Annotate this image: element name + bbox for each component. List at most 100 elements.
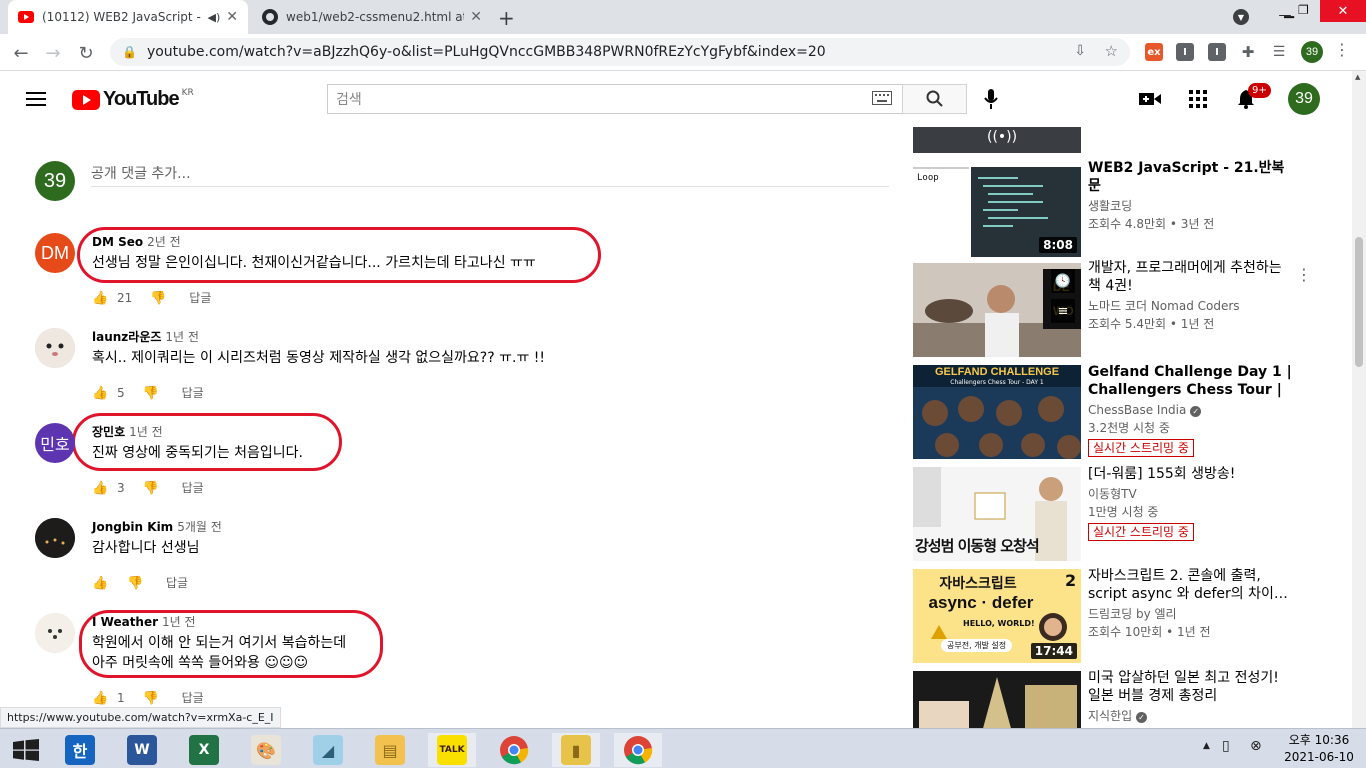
video-item[interactable]: 자바스크립트 async · defer HELLO, WORLD! 공부전, … [913,569,1081,663]
video-thumbnail[interactable] [913,671,1081,728]
tray-expand-icon[interactable]: ▲ [1203,741,1210,751]
more-actions-icon[interactable]: ⋮ [1296,265,1312,284]
video-item[interactable]: GELFAND CHALLENGE Challengers Chess Tour… [913,365,1081,459]
close-tab-icon[interactable]: ✕ [470,9,482,25]
channel-name[interactable]: 드림코딩 by 엘리 [1088,605,1293,623]
video-thumbnail[interactable]: DEWO 🕓 ≡ [913,263,1081,357]
video-info[interactable]: [더-워룸] 155회 생방송! 이동형TV 1만명 시청 중 실시간 스트리밍… [1088,465,1293,541]
system-clock[interactable]: 오후 10:36 2021-06-10 [1274,732,1364,766]
channel-name[interactable]: 생활코딩 [1088,197,1293,215]
bookmark-star-icon[interactable]: ☆ [1105,42,1118,60]
like-icon[interactable]: 👍 [92,481,108,496]
reply-button[interactable]: 답글 [189,289,211,306]
video-title[interactable]: Gelfand Challenge Day 1 | Challengers Ch… [1088,363,1293,399]
network-icon[interactable]: ▯ [1222,738,1230,754]
video-item[interactable]: 강성범 이동형 오창석 [913,467,1081,561]
minimize-icon[interactable]: ▁ [1284,4,1294,19]
extension-icon[interactable]: I [1176,43,1194,61]
paint-app-icon[interactable]: 🎨 [242,733,290,767]
comment-time[interactable]: 1년 전 [165,330,199,344]
create-video-icon[interactable] [1138,87,1162,111]
dislike-icon[interactable]: 👎 [143,386,159,401]
video-thumbnail[interactable]: 강성범 이동형 오창석 [913,467,1081,561]
speaker-icon[interactable]: ◀) [208,11,221,24]
comment-author[interactable]: launz라운즈 [92,330,161,344]
like-icon[interactable]: 👍 [92,576,108,591]
media-queue-icon[interactable]: ☰ [1270,43,1288,61]
add-to-queue-icon[interactable]: ≡ [1051,299,1075,323]
dislike-icon[interactable]: 👎 [127,576,143,591]
excel-app-icon[interactable]: X [180,733,228,767]
user-avatar[interactable]: 39 [1288,83,1320,115]
reply-button[interactable]: 답글 [182,479,204,496]
forward-icon[interactable]: → [42,42,64,64]
extension-icon[interactable]: ex [1145,43,1163,61]
comment-avatar[interactable] [35,518,75,558]
hamburger-menu-icon[interactable] [24,87,48,111]
comment-author[interactable]: Jongbin Kim [92,520,173,534]
profile-avatar[interactable]: 39 [1301,41,1323,63]
kakaotalk-app-icon[interactable]: TALK [428,733,476,767]
extension-icon[interactable]: I [1208,43,1226,61]
scroll-thumb[interactable] [1355,237,1363,367]
comment-avatar[interactable] [35,328,75,368]
dislike-icon[interactable]: 👎 [150,291,166,306]
like-icon[interactable]: 👍 [92,691,108,706]
video-info[interactable]: 자바스크립트 2. 콘솔에 출력, script async 와 defer의 … [1088,567,1293,641]
reply-button[interactable]: 답글 [182,689,204,706]
volume-muted-icon[interactable]: ⊗ [1250,738,1262,754]
menu-kebab-icon[interactable]: ⋮ [1334,40,1350,59]
extensions-puzzle-icon[interactable]: ✚ [1239,43,1257,61]
search-input[interactable]: 검색 [327,84,903,114]
dislike-icon[interactable]: 👎 [143,691,159,706]
apps-grid-icon[interactable] [1186,87,1210,111]
video-title[interactable]: 개발자, 프로그래머에게 추천하는 책 4권! [1088,259,1293,295]
tab-search-icon[interactable]: ▼ [1233,9,1249,25]
video-item[interactable] [913,671,1081,728]
start-button[interactable] [2,733,50,767]
scroll-up-icon[interactable]: ▲ [1355,73,1360,81]
reply-button[interactable]: 답글 [182,384,204,401]
comment-author[interactable]: 장민호 [92,425,125,439]
channel-name[interactable]: 노마드 코더 Nomad Coders [1088,297,1293,315]
video-item[interactable]: Loop 8:08 [913,163,1081,257]
video-info[interactable]: Gelfand Challenge Day 1 | Challengers Ch… [1088,363,1293,457]
comment-avatar[interactable]: DM [35,233,75,273]
reload-icon[interactable]: ↻ [75,42,97,64]
channel-name[interactable]: 이동형TV [1088,485,1293,503]
comment-time[interactable]: 1년 전 [129,425,163,439]
tab-youtube[interactable]: (10112) WEB2 JavaScript - 2 ◀) ✕ [8,0,248,34]
like-icon[interactable]: 👍 [92,386,108,401]
microphone-icon[interactable] [979,87,1003,111]
video-title[interactable]: [더-워룸] 155회 생방송! [1088,465,1293,483]
comment-time[interactable]: 1년 전 [162,615,196,629]
search-button[interactable] [902,84,967,114]
chrome-app-icon[interactable] [614,733,662,767]
comment-avatar[interactable] [35,613,75,653]
comment-time[interactable]: 5개월 전 [177,520,222,534]
chrome-app-icon[interactable] [490,733,538,767]
video-thumbnail[interactable]: Loop 8:08 [913,163,1081,257]
like-icon[interactable]: 👍 [92,291,108,306]
close-window-icon[interactable]: ✕ [1320,0,1366,22]
word-app-icon[interactable]: W [118,733,166,767]
reply-button[interactable]: 답글 [166,574,188,591]
dislike-icon[interactable]: 👎 [143,481,159,496]
video-info[interactable]: 미국 압살하던 일본 최고 전성기! 일본 버블 경제 총정리 지식한입 ✓ [1088,669,1293,725]
new-tab-icon[interactable]: + [498,6,515,30]
address-bar[interactable]: 🔒 youtube.com/watch?v=aBJzzhQ6y-o&list=P… [110,38,1130,66]
channel-name[interactable]: 지식한입 [1088,709,1132,723]
comment-author[interactable]: I Weather [92,615,158,629]
page-scrollbar[interactable]: ▲ [1352,71,1366,728]
youtube-logo[interactable]: YouTube KR [72,88,194,111]
restore-icon[interactable]: ❐ [1298,3,1309,17]
keyboard-icon[interactable] [872,91,892,109]
video-item[interactable]: DEWO 🕓 ≡ [913,263,1081,357]
comment-time[interactable]: 2년 전 [147,235,181,249]
channel-name[interactable]: ChessBase India [1088,403,1186,417]
notes-app-icon[interactable]: ◢ [304,733,352,767]
video-title[interactable]: 자바스크립트 2. 콘솔에 출력, script async 와 defer의 … [1088,567,1293,603]
close-tab-icon[interactable]: ✕ [226,9,238,25]
file-explorer-icon[interactable]: ▤ [366,733,414,767]
comment-author[interactable]: DM Seo [92,235,143,249]
